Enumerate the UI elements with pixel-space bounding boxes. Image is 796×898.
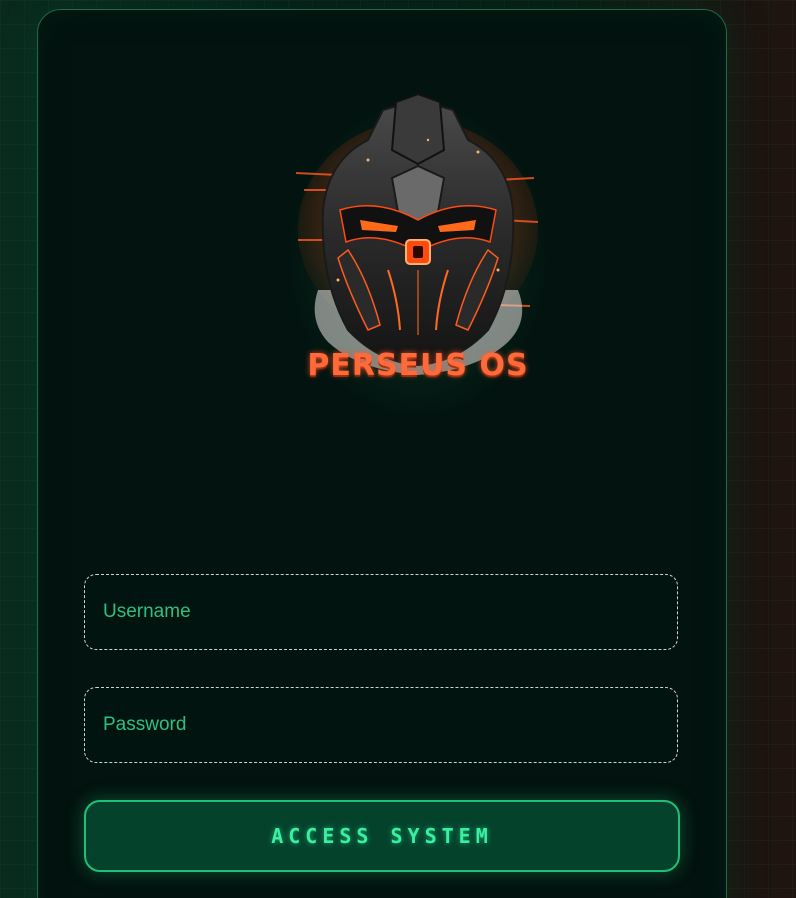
page-background: PERSEUS OS ACCESS SYSTEM	[0, 0, 796, 898]
access-system-label: ACCESS SYSTEM	[271, 824, 493, 848]
username-field[interactable]	[84, 574, 678, 650]
password-field[interactable]	[84, 687, 678, 763]
access-system-button[interactable]: ACCESS SYSTEM	[84, 800, 680, 872]
logo: PERSEUS OS	[268, 80, 568, 420]
password-input[interactable]	[101, 713, 665, 737]
login-card: PERSEUS OS	[37, 9, 727, 898]
username-input[interactable]	[101, 600, 665, 624]
logo-wordmark: PERSEUS OS	[307, 348, 529, 383]
